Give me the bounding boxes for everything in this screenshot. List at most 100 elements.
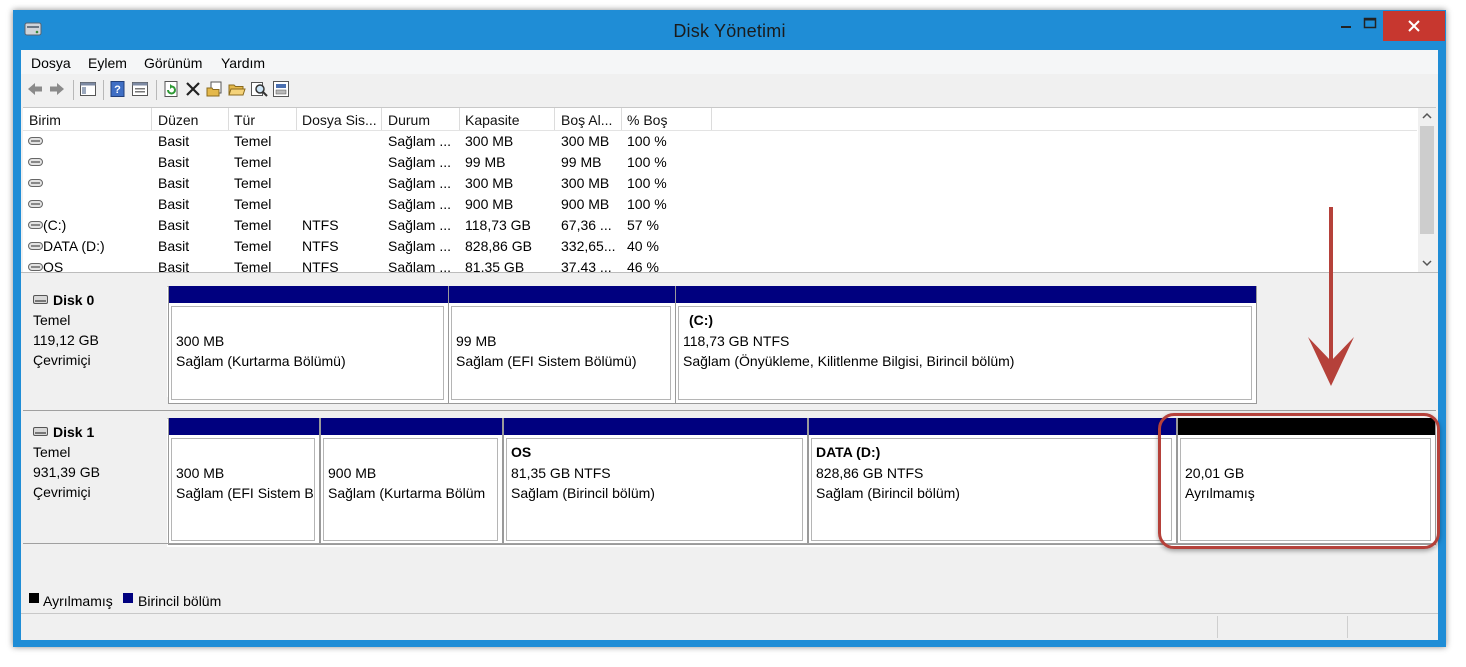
column-divider[interactable] — [554, 108, 555, 130]
volume-row[interactable]: Basit Temel Sağlam ... 300 MB 300 MB 100 % — [23, 131, 1417, 152]
column-header-durum[interactable]: Durum — [388, 112, 458, 128]
rescan-disk-icon[interactable] — [272, 80, 290, 98]
partition-header-bar — [169, 286, 448, 303]
disk-row-separator — [23, 410, 1436, 411]
back-arrow-icon[interactable] — [26, 80, 44, 98]
column-header-bos-alan[interactable]: Boş Al... — [561, 112, 621, 128]
volume-row[interactable]: Basit Temel Sağlam ... 900 MB 900 MB 100 % — [23, 194, 1417, 215]
volume-cell: 100 % — [627, 175, 667, 191]
volume-row[interactable]: Basit Temel Sağlam ... 99 MB 99 MB 100 % — [23, 152, 1417, 173]
column-divider[interactable] — [459, 108, 460, 130]
volume-cell: Temel — [234, 133, 272, 149]
column-header-dosya-sistemi[interactable]: Dosya Sis... — [302, 112, 382, 128]
partition-body: 300 MB Sağlam (EFI Sistem B — [171, 438, 315, 541]
delete-icon[interactable] — [184, 80, 202, 98]
disk-0-type: Temel — [33, 312, 71, 328]
menu-gorunum[interactable]: Görünüm — [144, 55, 202, 71]
disk-1-partition[interactable]: 900 MB Sağlam (Kurtarma Bölüm — [320, 418, 503, 545]
partition-size: 118,73 GB NTFS — [683, 333, 790, 349]
drive-icon — [28, 158, 43, 166]
column-divider[interactable] — [296, 108, 297, 130]
properties-icon[interactable] — [131, 80, 149, 98]
volume-cell: OS — [43, 259, 64, 272]
svg-text:?: ? — [114, 84, 121, 96]
scroll-up-button[interactable] — [1418, 108, 1436, 125]
volume-cell: Temel — [234, 175, 272, 191]
volume-row[interactable]: OS Basit Temel NTFS Sağlam ... 81,35 GB 37,43 … — [23, 257, 1417, 272]
disk-1-partition[interactable]: 300 MB Sağlam (EFI Sistem B — [168, 418, 320, 545]
disk-1-partition[interactable]: DATA (D:) 828,86 GB NTFS Sağlam (Birincil … — [808, 418, 1177, 545]
column-divider[interactable] — [151, 108, 152, 130]
column-header-yuzde-bos[interactable]: % Boş — [627, 112, 707, 128]
column-divider[interactable] — [381, 108, 382, 130]
disk-0-partition[interactable]: (C:) 118,73 GB NTFS Sağlam (Önyükleme, Kil… — [675, 286, 1257, 404]
volume-cell: 332,65... — [561, 238, 616, 254]
client-area: Dosya Eylem Görünüm Yardım ? Birim Düzen… — [21, 50, 1438, 640]
column-divider[interactable] — [228, 108, 229, 130]
partition-status: Sağlam (Birincil bölüm) — [816, 485, 960, 501]
disk-0-partition[interactable]: 300 MB Sağlam (Kurtarma Bölümü) — [168, 286, 449, 404]
partition-status: Sağlam (Birincil bölüm) — [511, 485, 655, 501]
menu-yardim[interactable]: Yardım — [221, 55, 265, 71]
status-bar — [21, 613, 1438, 640]
volume-row[interactable]: Basit Temel Sağlam ... 300 MB 300 MB 100 % — [23, 173, 1417, 194]
volume-cell: Temel — [234, 196, 272, 212]
volume-cell: 100 % — [627, 133, 667, 149]
column-header-birim[interactable]: Birim — [29, 112, 147, 128]
legend-primary-label: Birincil bölüm — [138, 593, 222, 609]
disk-0-partition[interactable]: 99 MB Sağlam (EFI Sistem Bölümü) — [448, 286, 676, 404]
legend-unallocated-label: Ayrılmamış — [43, 593, 113, 609]
volume-cell: Basit — [158, 217, 190, 233]
console-tree-icon[interactable] — [79, 80, 97, 98]
volume-cell: (C:) — [43, 217, 67, 233]
partition-size: 300 MB — [176, 333, 225, 349]
forward-arrow-icon[interactable] — [48, 80, 66, 98]
disk-1-name: Disk 1 — [53, 424, 95, 440]
close-button[interactable] — [1383, 11, 1445, 41]
title-bar[interactable]: Disk Yönetimi — [13, 10, 1446, 50]
volume-row[interactable]: DATA (D:) Basit Temel NTFS Sağlam ... 828,86 … — [23, 236, 1417, 257]
column-header-kapasite[interactable]: Kapasite — [465, 112, 555, 128]
menu-eylem[interactable]: Eylem — [88, 55, 127, 71]
column-header-duzen[interactable]: Düzen — [158, 112, 226, 128]
volume-cell: Sağlam ... — [388, 175, 452, 191]
search-icon[interactable] — [250, 80, 268, 98]
partition-status: Sağlam (Önyükleme, Kilitlenme Bilgisi, B… — [683, 353, 1015, 369]
volume-cell: 67,36 ... — [561, 217, 612, 233]
help-icon[interactable]: ? — [109, 80, 127, 98]
drive-icon — [28, 137, 43, 145]
column-divider[interactable] — [711, 108, 712, 130]
volume-cell: 57 % — [627, 217, 659, 233]
volume-row[interactable]: (C:) Basit Temel NTFS Sağlam ... 118,73 GB 67,… — [23, 215, 1417, 236]
open-folder-icon[interactable] — [228, 80, 246, 98]
disk-1-type: Temel — [33, 444, 71, 460]
menu-dosya[interactable]: Dosya — [31, 55, 71, 71]
refresh-icon[interactable] — [162, 80, 180, 98]
disk-1-partition[interactable]: OS 81,35 GB NTFS Sağlam (Birincil bölüm) — [503, 418, 808, 545]
scroll-down-button[interactable] — [1418, 255, 1436, 272]
disk-0-label[interactable]: Disk 0 Temel 119,12 GB Çevrimiçi — [23, 290, 157, 400]
volume-cell: Sağlam ... — [388, 238, 452, 254]
toolbar-separator — [103, 80, 104, 100]
scroll-thumb[interactable] — [1420, 126, 1434, 234]
disk-1-label[interactable]: Disk 1 Temel 931,39 GB Çevrimiçi — [23, 422, 157, 532]
partition-header-bar — [504, 418, 807, 435]
column-divider[interactable] — [621, 108, 622, 130]
volume-list-scrollbar[interactable] — [1418, 108, 1436, 272]
partition-status: Sağlam (EFI Sistem B — [176, 485, 314, 501]
volume-cell: Basit — [158, 238, 190, 254]
folder-properties-icon[interactable] — [206, 80, 224, 98]
volume-list-header: Birim Düzen Tür Dosya Sis... Durum Kapas… — [23, 108, 1417, 131]
volume-cell: Temel — [234, 238, 272, 254]
maximize-button[interactable] — [1355, 14, 1385, 36]
volume-cell: 40 % — [627, 238, 659, 254]
drive-icon — [28, 200, 43, 208]
drive-icon — [28, 221, 43, 229]
disk-1-status: Çevrimiçi — [33, 484, 91, 500]
maximize-icon — [1363, 17, 1377, 29]
column-header-tur[interactable]: Tür — [234, 112, 294, 128]
volume-cell: 300 MB — [465, 175, 514, 191]
disk-0-status: Çevrimiçi — [33, 352, 91, 368]
partition-size: 828,86 GB NTFS — [816, 465, 924, 481]
volume-cell: 118,73 GB — [465, 217, 531, 233]
